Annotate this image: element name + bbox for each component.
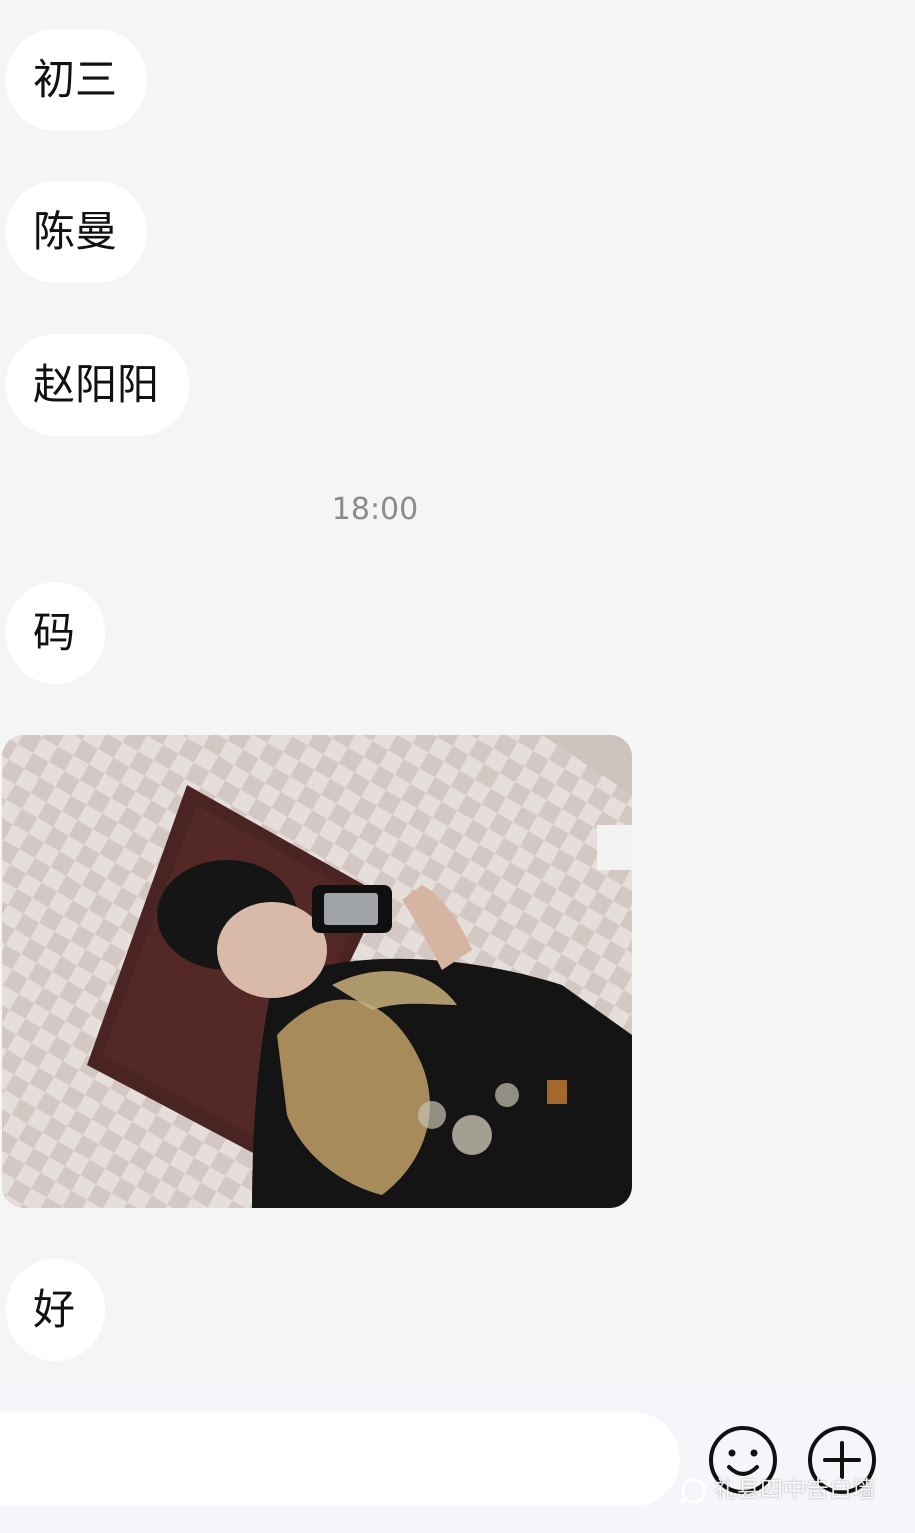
image-message[interactable] bbox=[2, 735, 632, 1208]
message-bubble[interactable]: 码 bbox=[6, 582, 106, 684]
message-timestamp: 18:00 bbox=[331, 492, 419, 527]
watermark-text: 礼县四中告白墙 bbox=[714, 1477, 875, 1503]
wechat-account-icon bbox=[678, 1478, 707, 1505]
message-bubble[interactable]: 初三 bbox=[6, 29, 148, 131]
photo-thumbnail bbox=[2, 735, 632, 1208]
message-bubble[interactable]: 赵阳阳 bbox=[6, 334, 190, 436]
message-input[interactable] bbox=[0, 1412, 680, 1506]
message-bubble[interactable]: 好 bbox=[6, 1259, 106, 1361]
watermark: 礼县四中告白墙 bbox=[678, 1470, 875, 1510]
message-bubble[interactable]: 陈曼 bbox=[6, 181, 148, 283]
